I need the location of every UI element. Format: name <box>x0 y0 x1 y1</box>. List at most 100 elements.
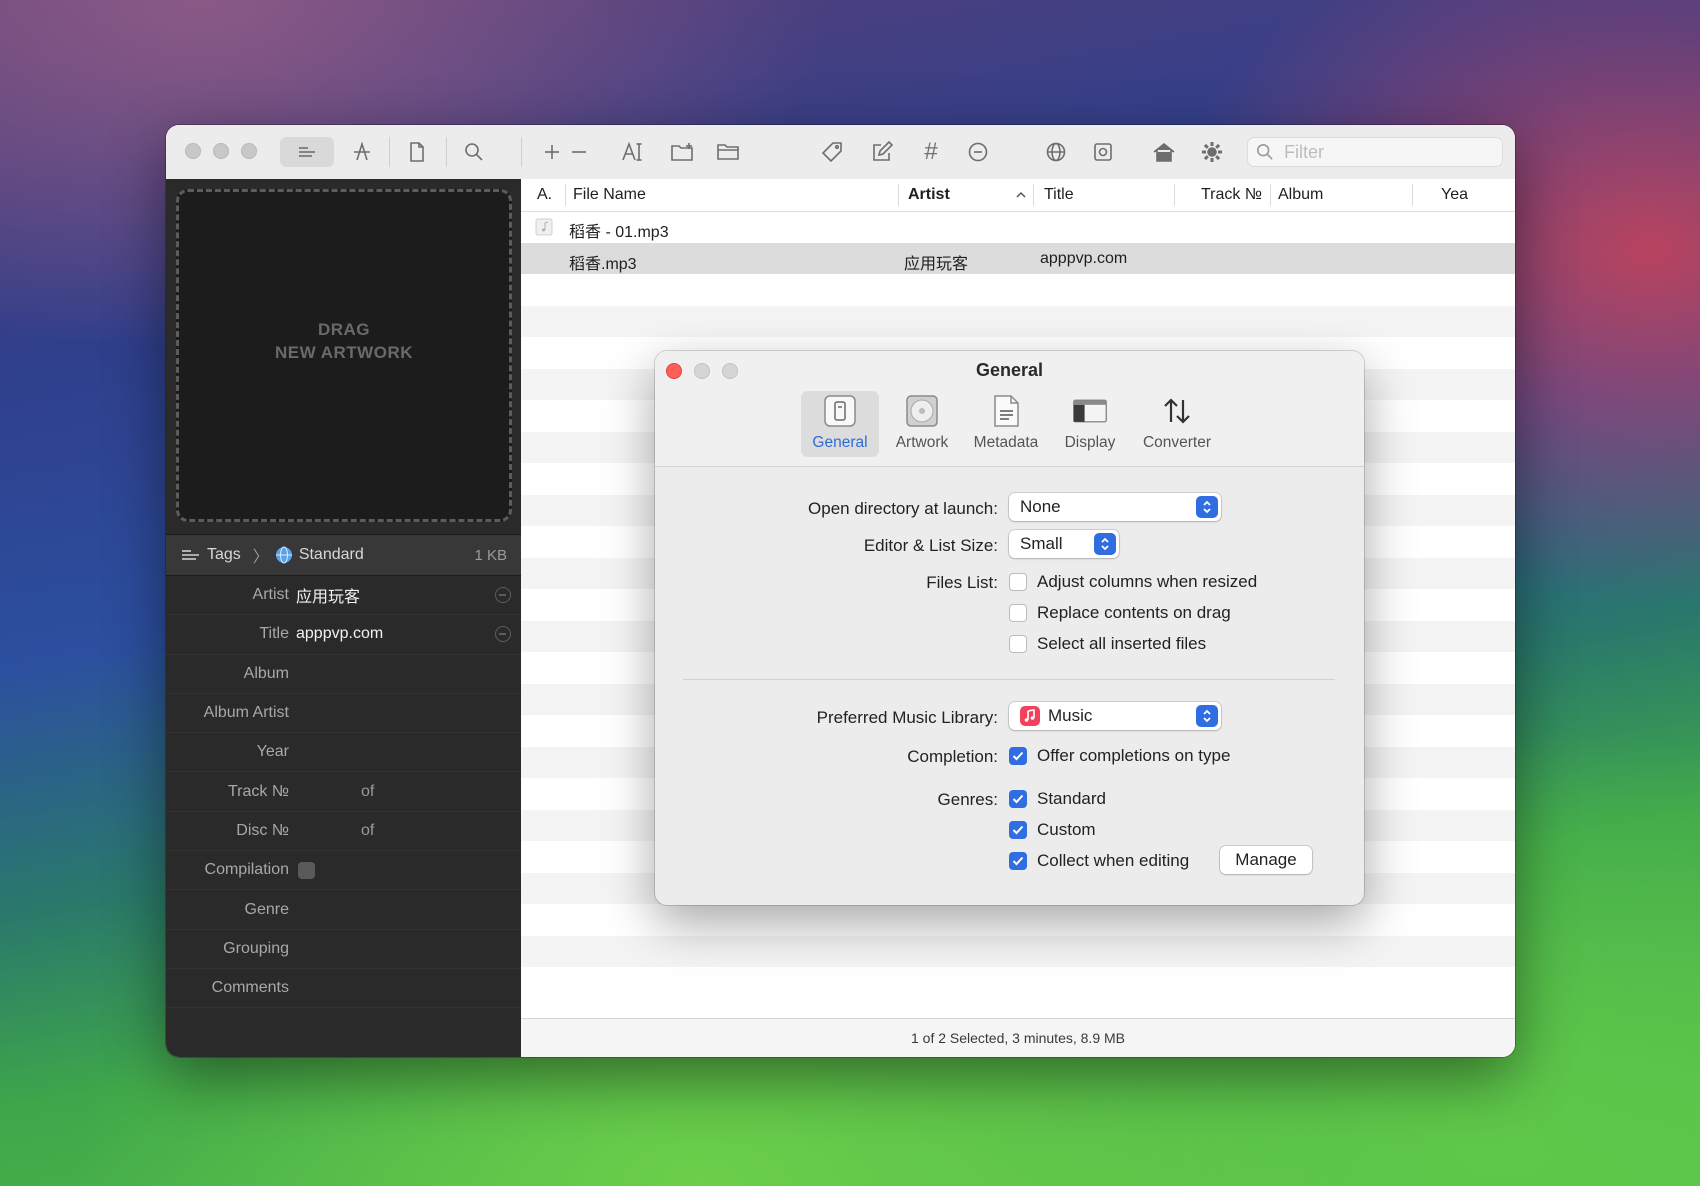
column-header-year[interactable]: Yea <box>1441 179 1468 211</box>
column-header-artist[interactable]: Artist <box>908 179 950 211</box>
tag-format-label[interactable]: Standard <box>299 546 364 564</box>
field-artist[interactable]: Artist 应用玩客 <box>166 576 521 616</box>
add-files-button[interactable] <box>540 137 564 167</box>
replace-contents-checkbox[interactable]: Replace contents on drag <box>1009 603 1231 623</box>
files-list-label: Files List: <box>926 573 998 592</box>
window-close-button[interactable] <box>185 143 201 159</box>
tab-artwork[interactable]: Artwork <box>885 391 959 457</box>
genre-custom-checkbox[interactable]: Custom <box>1009 820 1096 840</box>
field-of-label: of <box>361 782 375 800</box>
tags-view-button[interactable] <box>280 137 334 167</box>
search-icon <box>465 143 483 161</box>
open-directory-select[interactable]: None <box>1009 493 1221 521</box>
section-divider <box>683 679 1335 680</box>
tags-lines-icon <box>182 550 199 560</box>
tags-lines-icon <box>299 147 315 157</box>
checkbox-label: Replace contents on drag <box>1037 603 1231 622</box>
home-button[interactable] <box>1149 137 1179 167</box>
tags-label[interactable]: Tags <box>207 546 241 564</box>
tag-fields: Artist 应用玩客 Title apppvp.com Album Album… <box>166 576 521 1009</box>
checkbox-label: Select all inserted files <box>1037 634 1207 653</box>
settings-button[interactable] <box>1197 137 1227 167</box>
remove-files-button[interactable] <box>567 137 591 167</box>
checkbox-checked[interactable] <box>1009 790 1027 808</box>
tag-size: 1 KB <box>474 546 507 564</box>
clear-field-icon[interactable] <box>495 626 511 643</box>
checkbox-unchecked[interactable] <box>1009 604 1027 622</box>
music-library-value: Music <box>1048 706 1093 725</box>
file-row[interactable]: 稻香 - 01.mp3 <box>521 211 1515 243</box>
tag-button[interactable] <box>817 137 847 167</box>
checkbox-checked[interactable] <box>1009 747 1027 765</box>
web-lookup-button[interactable] <box>1041 137 1071 167</box>
tab-general[interactable]: General <box>801 391 879 457</box>
music-library-select[interactable]: Music <box>1009 702 1221 730</box>
empty-row <box>521 935 1515 967</box>
field-label: Compilation <box>204 861 289 879</box>
field-label: Year <box>256 743 289 761</box>
field-genre[interactable]: Genre <box>166 890 521 930</box>
field-label: Genre <box>244 900 289 918</box>
minus-circle-icon <box>968 142 988 162</box>
field-album[interactable]: Album <box>166 655 521 694</box>
field-value[interactable]: 应用玩客 <box>296 583 360 607</box>
completion-label: Completion: <box>907 747 998 766</box>
editor-size-select[interactable]: Small <box>1009 530 1119 558</box>
field-title[interactable]: Title apppvp.com <box>166 615 521 655</box>
actions-button[interactable] <box>347 137 377 167</box>
checkbox-unchecked[interactable] <box>1009 573 1027 591</box>
window-minimize-button[interactable] <box>213 143 229 159</box>
gear-icon <box>1202 142 1222 162</box>
window-zoom-button[interactable] <box>241 143 257 159</box>
field-comments[interactable]: Comments <box>166 969 521 1009</box>
search-button[interactable] <box>459 137 489 167</box>
checkbox-checked[interactable] <box>1009 821 1027 839</box>
column-header-track-number[interactable]: Track № <box>1201 179 1262 211</box>
checkbox-label: Custom <box>1037 820 1096 839</box>
field-value[interactable]: apppvp.com <box>296 625 383 643</box>
field-label: Title <box>259 625 289 643</box>
file-title: apppvp.com <box>1040 249 1128 267</box>
filter-field[interactable] <box>1247 137 1503 167</box>
file-info-button[interactable] <box>402 137 432 167</box>
checkbox-unchecked[interactable] <box>1009 635 1027 653</box>
compilation-checkbox[interactable] <box>298 861 315 879</box>
select-inserted-checkbox[interactable]: Select all inserted files <box>1009 634 1206 654</box>
column-header-album[interactable]: Album <box>1278 179 1323 211</box>
numbering-button[interactable]: # <box>916 137 946 167</box>
adjust-columns-checkbox[interactable]: Adjust columns when resized <box>1009 572 1257 592</box>
checkbox-checked[interactable] <box>1009 852 1027 870</box>
remove-tag-button[interactable] <box>963 137 993 167</box>
offer-completions-checkbox[interactable]: Offer completions on type <box>1009 746 1230 766</box>
field-album-artist[interactable]: Album Artist <box>166 694 521 734</box>
metadata-icon <box>989 394 1023 428</box>
column-header-title[interactable]: Title <box>1044 179 1074 211</box>
field-disc-number[interactable]: Disc № of <box>166 812 521 852</box>
tab-metadata[interactable]: Metadata <box>965 391 1047 457</box>
field-track-number[interactable]: Track № of <box>166 772 521 812</box>
rename-button[interactable] <box>618 137 648 167</box>
field-label: Grouping <box>223 939 289 957</box>
tab-display[interactable]: Display <box>1053 391 1127 457</box>
genre-standard-checkbox[interactable]: Standard <box>1009 789 1106 809</box>
artwork-drop-zone[interactable]: DRAG NEW ARTWORK <box>176 189 512 522</box>
manage-genres-button[interactable]: Manage <box>1220 846 1312 874</box>
search-icon <box>1256 143 1273 160</box>
filter-input[interactable] <box>1282 140 1486 164</box>
field-grouping[interactable]: Grouping <box>166 930 521 969</box>
checkbox-label: Offer completions on type <box>1037 746 1231 765</box>
open-folder-button[interactable] <box>713 137 743 167</box>
clear-field-icon[interactable] <box>495 587 511 604</box>
open-directory-label: Open directory at launch: <box>808 499 998 518</box>
column-header-attr[interactable]: A. <box>537 179 552 211</box>
column-header-file-name[interactable]: File Name <box>573 179 646 211</box>
collect-editing-checkbox[interactable]: Collect when editing <box>1009 851 1189 871</box>
field-year[interactable]: Year <box>166 733 521 773</box>
file-row-selected[interactable]: 稻香.mp3 应用玩客 apppvp.com <box>521 242 1515 274</box>
tab-converter[interactable]: Converter <box>1133 391 1221 457</box>
converter-icon <box>1160 394 1194 428</box>
edit-button[interactable] <box>867 137 897 167</box>
field-label: Album <box>243 664 289 682</box>
new-folder-button[interactable] <box>668 137 698 167</box>
convert-button[interactable] <box>1088 137 1118 167</box>
